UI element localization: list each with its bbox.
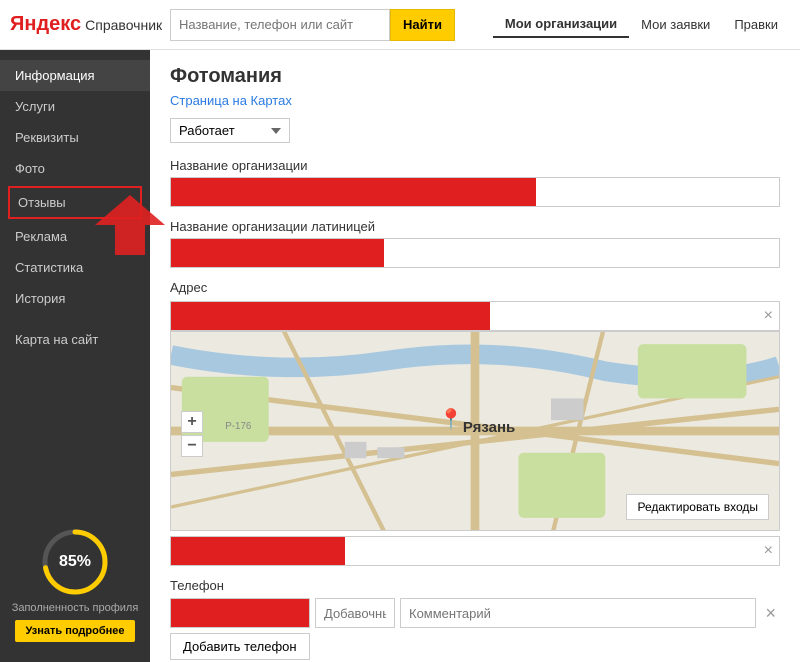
- map-zoom-controls: + −: [181, 411, 203, 457]
- org-name-latin-label: Название организации латиницей: [170, 219, 780, 234]
- logo-sprav: Справочник: [85, 17, 162, 33]
- nav-tabs: Мои организации Мои заявки Правки: [493, 11, 790, 38]
- search-button[interactable]: Найти: [390, 9, 455, 41]
- sidebar: Информация Услуги Реквизиты Фото Отзывы …: [0, 50, 150, 662]
- address-clear-button[interactable]: ×: [764, 307, 773, 325]
- map-pin: 📍: [439, 407, 464, 432]
- logo-yandex: Яндекс: [10, 13, 81, 36]
- map-zoom-in[interactable]: +: [181, 411, 203, 433]
- org-name-section: Название организации: [170, 158, 780, 207]
- phone-red-fill: [171, 599, 309, 627]
- profile-percent: 85%: [59, 553, 91, 571]
- org-name-label: Название организации: [170, 158, 780, 173]
- address-label: Адрес: [170, 280, 780, 295]
- status-select-wrap: Работает Не работает Закрыто: [170, 118, 780, 143]
- address-input-box[interactable]: ×: [170, 301, 780, 331]
- address-second-input[interactable]: ×: [170, 536, 780, 566]
- phone-label: Телефон: [170, 578, 780, 593]
- address-section: Адрес ×: [170, 280, 780, 566]
- org-title: Фотомания: [170, 65, 780, 88]
- map-zoom-out[interactable]: −: [181, 435, 203, 457]
- org-name-latin-red-fill: [171, 239, 384, 267]
- profile-completion: 85% Заполненность профиля Узнать подробн…: [10, 527, 140, 642]
- sidebar-item-stats[interactable]: Статистика: [0, 252, 150, 283]
- header: Яндекс Справочник Найти Мои организации …: [0, 0, 800, 50]
- sidebar-item-map-widget[interactable]: Карта на сайт: [0, 324, 150, 355]
- org-name-latin-section: Название организации латиницей: [170, 219, 780, 268]
- layout: Информация Услуги Реквизиты Фото Отзывы …: [0, 50, 800, 662]
- org-name-red-fill: [171, 178, 536, 206]
- org-name-latin-input-wrapper: [170, 238, 780, 268]
- maps-link[interactable]: Страница на Картах: [170, 93, 780, 108]
- profile-circle: 85%: [40, 527, 110, 597]
- phone-main-input[interactable]: [170, 598, 310, 628]
- address-red-fill: [171, 302, 490, 330]
- profile-label: Заполненность профиля: [10, 602, 140, 614]
- sidebar-item-ads[interactable]: Реклама: [0, 221, 150, 252]
- svg-text:Р-176: Р-176: [225, 421, 251, 432]
- map-container: Р-176 + − Рязань 📍 Редактировать входы: [170, 331, 780, 531]
- sidebar-item-requisites[interactable]: Реквизиты: [0, 122, 150, 153]
- map-city-label: Рязань: [463, 419, 515, 436]
- phone-clear-button[interactable]: ×: [761, 603, 780, 624]
- sidebar-item-history[interactable]: История: [0, 283, 150, 314]
- search-input[interactable]: [170, 9, 390, 41]
- tab-my-orgs[interactable]: Мои организации: [493, 11, 629, 38]
- tab-my-requests[interactable]: Мои заявки: [629, 12, 722, 37]
- tab-edits[interactable]: Правки: [722, 12, 790, 37]
- map-edit-entries-button[interactable]: Редактировать входы: [626, 494, 769, 520]
- address-second-red-fill: [171, 537, 345, 565]
- phone-row: ×: [170, 598, 780, 628]
- org-name-input-wrapper: [170, 177, 780, 207]
- search-area: Найти: [170, 9, 483, 41]
- sidebar-item-info[interactable]: Информация: [0, 60, 150, 91]
- learn-more-button[interactable]: Узнать подробнее: [15, 620, 134, 642]
- logo-area: Яндекс Справочник: [10, 13, 160, 36]
- add-phone-button[interactable]: Добавить телефон: [170, 633, 310, 660]
- sidebar-item-reviews[interactable]: Отзывы: [8, 186, 142, 219]
- sidebar-item-photo[interactable]: Фото: [0, 153, 150, 184]
- address-second-clear[interactable]: ×: [764, 542, 773, 560]
- phone-section: Телефон × Добавить телефон: [170, 578, 780, 660]
- sidebar-item-services[interactable]: Услуги: [0, 91, 150, 122]
- main-content: Фотомания Страница на Картах Работает Не…: [150, 50, 800, 662]
- phone-additional-input[interactable]: [315, 598, 395, 628]
- phone-comment-input[interactable]: [400, 598, 756, 628]
- status-select[interactable]: Работает Не работает Закрыто: [170, 118, 290, 143]
